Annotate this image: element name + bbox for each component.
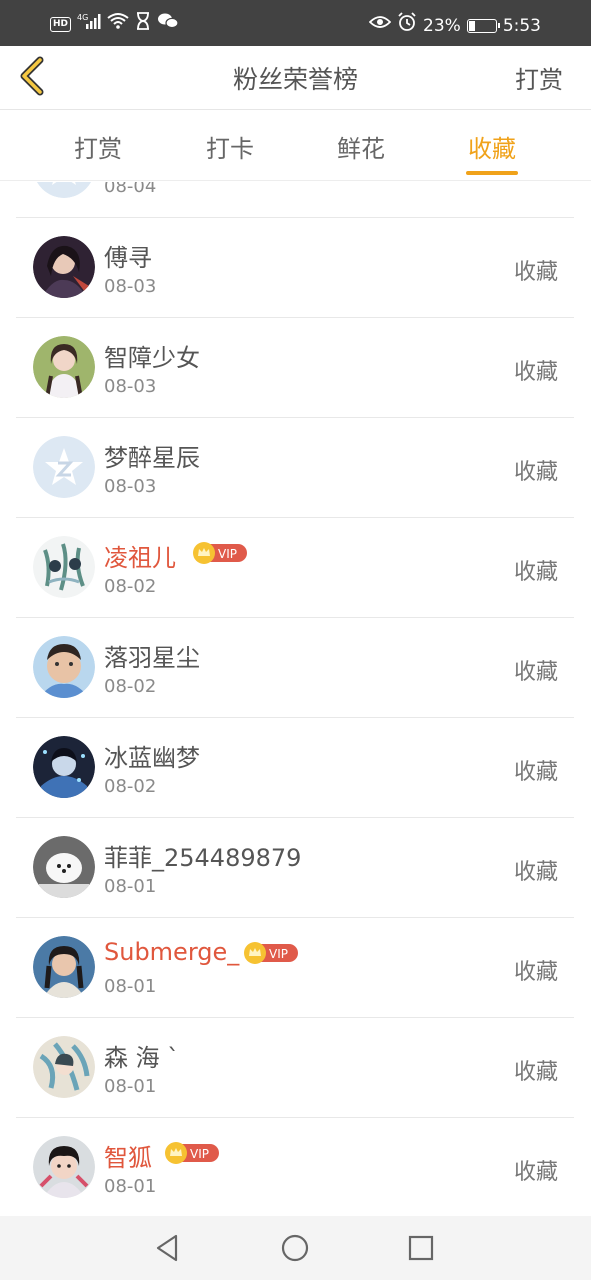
battery-percent: 23%: [423, 15, 461, 36]
list-item-date: 08-03: [104, 476, 157, 497]
favorite-label: 收藏: [513, 860, 558, 885]
user-avatar: [33, 936, 95, 998]
list-item[interactable]: 08-04: [16, 182, 574, 218]
tab-reward[interactable]: 打赏: [58, 129, 138, 164]
tab-checkin[interactable]: 打卡: [190, 129, 270, 164]
list-item-name: 傅寻: [104, 244, 152, 272]
list-item-name: 智障少女: [104, 344, 200, 372]
list-item-date: 08-04: [104, 182, 157, 197]
eye-icon: [368, 14, 392, 37]
list-item-date: 08-02: [104, 576, 157, 597]
system-nav-bar: [0, 1216, 591, 1280]
home-circle-icon[interactable]: [279, 1232, 311, 1264]
user-avatar: [33, 236, 95, 298]
battery-icon: [466, 18, 500, 33]
list-item-date: 08-01: [104, 1176, 157, 1197]
status-bar: HD 4G 23% 5:53: [0, 0, 591, 46]
favorite-label: 收藏: [513, 360, 558, 385]
list-item-date: 08-03: [104, 276, 157, 297]
user-avatar: [33, 836, 95, 898]
alarm-icon: [397, 12, 417, 39]
status-bar-right: 23% 5:53: [368, 12, 541, 39]
list-item[interactable]: Submerge_ VIP 08-01 收藏: [16, 918, 574, 1018]
list-item[interactable]: 落羽星尘 08-02 收藏: [16, 618, 574, 718]
active-tab-indicator: [466, 171, 518, 175]
favorite-label: 收藏: [513, 560, 558, 585]
back-triangle-icon[interactable]: [152, 1232, 184, 1264]
recents-square-icon[interactable]: [405, 1232, 437, 1264]
user-avatar: [33, 636, 95, 698]
hourglass-icon: [135, 12, 151, 37]
list-item-name: 梦醉星辰: [104, 444, 200, 472]
list-item-name-vip: Submerge_: [104, 938, 240, 966]
list-item-name: 落羽星尘: [104, 644, 200, 672]
list-item[interactable]: 智狐 VIP 08-01 收藏: [16, 1118, 574, 1216]
favorite-label: 收藏: [513, 260, 558, 285]
network-type-label: 4G: [77, 13, 88, 22]
wifi-icon: [107, 12, 129, 37]
favorite-label: 收藏: [513, 460, 558, 485]
list-item-name: 冰蓝幽梦: [104, 744, 200, 772]
vip-label: VIP: [269, 947, 288, 961]
list-item-name-vip: 凌祖儿: [104, 544, 176, 572]
list-item-date: 08-01: [104, 976, 157, 997]
list-item-name-vip: 智狐: [104, 1144, 152, 1172]
default-star-avatar: [33, 436, 95, 498]
tab-favorites[interactable]: 收藏: [452, 129, 532, 164]
list-item[interactable]: 凌祖儿 VIP 08-02 收藏: [16, 518, 574, 618]
list-item-date: 08-03: [104, 376, 157, 397]
user-avatar: [33, 1036, 95, 1098]
hd-icon: HD: [50, 17, 72, 32]
list-item[interactable]: 智障少女 08-03 收藏: [16, 318, 574, 418]
list-item[interactable]: 傅寻 08-03 收藏: [16, 218, 574, 318]
list-item-date: 08-02: [104, 776, 157, 797]
user-avatar: [33, 536, 95, 598]
user-avatar: [33, 336, 95, 398]
list-item-date: 08-01: [104, 876, 157, 897]
list-item-date: 08-02: [104, 676, 157, 697]
favorite-label: 收藏: [513, 660, 558, 685]
list-item[interactable]: 森 海 ˋ 08-01 收藏: [16, 1018, 574, 1118]
status-bar-left: HD 4G: [50, 12, 179, 37]
tab-bar: 打赏 打卡 鲜花 收藏: [0, 111, 591, 181]
user-avatar: [33, 1136, 95, 1198]
tab-flowers[interactable]: 鲜花: [321, 129, 401, 164]
page-title: 粉丝荣誉榜: [232, 65, 358, 94]
list-item[interactable]: 梦醉星辰 08-03 收藏: [16, 418, 574, 518]
default-star-avatar: [33, 182, 95, 198]
favorite-label: 收藏: [513, 960, 558, 985]
reward-button[interactable]: 打赏: [515, 60, 563, 95]
favorite-label: 收藏: [513, 1160, 558, 1185]
fan-list[interactable]: 08-04 傅寻 08-03 收藏 智障少女 08-03 收藏 梦醉星辰 08-…: [0, 182, 591, 1216]
list-item[interactable]: 冰蓝幽梦 08-02 收藏: [16, 718, 574, 818]
header: 粉丝荣誉榜 打赏: [0, 46, 591, 110]
list-item-name: 森 海 ˋ: [104, 1044, 180, 1072]
list-item[interactable]: 菲菲_254489879 08-01 收藏: [16, 818, 574, 918]
favorite-label: 收藏: [513, 1060, 558, 1085]
list-item-name: 菲菲_254489879: [104, 844, 302, 872]
clock: 5:53: [502, 15, 541, 36]
vip-label: VIP: [218, 547, 237, 561]
list-item-date: 08-01: [104, 1076, 157, 1097]
4g-signal-icon: 4G: [77, 12, 101, 37]
user-avatar: [33, 736, 95, 798]
vip-badge-icon: VIP: [193, 542, 247, 564]
vip-label: VIP: [190, 1147, 209, 1161]
vip-badge-icon: VIP: [244, 942, 298, 964]
vip-badge-icon: VIP: [165, 1142, 219, 1164]
favorite-label: 收藏: [513, 760, 558, 785]
wechat-icon: [157, 12, 179, 37]
